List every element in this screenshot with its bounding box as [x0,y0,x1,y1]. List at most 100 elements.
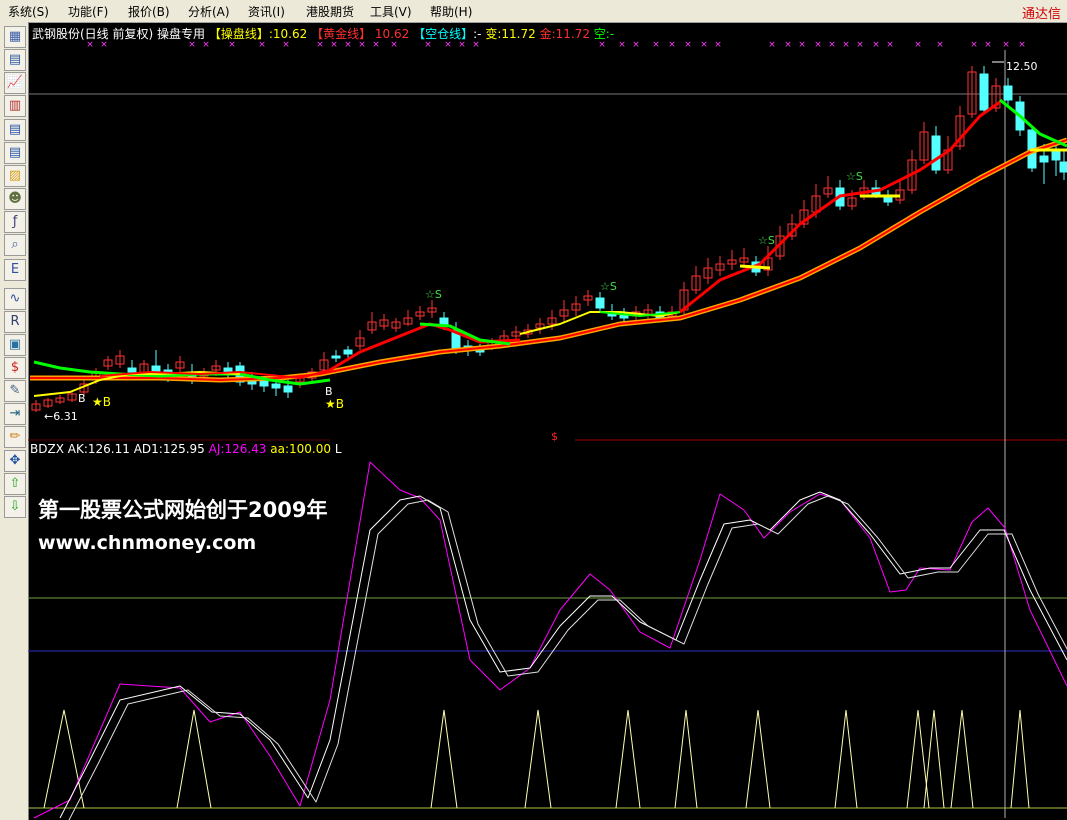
people-icon[interactable]: ☻ [4,188,26,210]
candle-body [979,73,989,111]
menu-hk-futures[interactable]: 港股期货 [306,3,354,20]
candle-body [343,349,353,355]
gold-line-value: 10.62 [374,27,410,41]
signal-mark: × [768,40,776,50]
signal-triangle [176,709,212,809]
menu-system[interactable]: 系统(S) [8,3,49,20]
buy-label-1: B [78,392,86,405]
stock-name: 武钢股份(日线 前复权) 操盘专用 [32,27,205,41]
candle-body [127,367,137,373]
signal-triangle [745,709,771,809]
main-chart-title: 武钢股份(日线 前复权) 操盘专用 【操盘线】:10.62 【黄金线】 10.6… [32,25,614,42]
candle-body [1003,85,1013,101]
signal-mark: × [784,40,792,50]
menu-tools[interactable]: 工具(V) [370,3,412,20]
signal-mark: × [700,40,708,50]
candle-body [283,385,293,393]
bar-chart-icon[interactable]: ▥ [4,95,26,117]
wave-icon[interactable]: ∿ [4,288,26,310]
sell-label-3: ☆S [758,234,775,247]
menu-function[interactable]: 功能(F) [68,3,108,20]
down-arrow-icon[interactable]: ⇩ [4,496,26,518]
signal-mark: × [872,40,880,50]
candle-body [931,135,941,171]
signal-mark: × [684,40,692,50]
signal-mark: × [828,40,836,50]
buy-label-4: ★B [325,397,344,411]
rsi-icon[interactable]: R [4,311,26,333]
signal-mark: × [842,40,850,50]
slow-ma-core-line [30,139,1067,381]
jin-value: 金:11.72 [539,27,590,41]
signal-mark: × [652,40,660,50]
sell-label-2: ☆S [600,280,617,293]
low-price-label: ←6.31 [44,410,78,423]
signal-mark: × [936,40,944,50]
signal-mark: × [1002,40,1010,50]
operate-line-tag: 【操盘线】 [208,27,269,41]
signal-mark: × [618,40,626,50]
signal-triangle [615,709,641,809]
signal-mark: × [886,40,894,50]
empty-line-tag: 【空仓线】 [413,27,474,41]
menu-bar: 系统(S) 功能(F) 报价(B) 分析(A) 资讯(I) 港股期货 工具(V)… [0,0,1067,23]
dollar-icon[interactable]: $ [4,357,26,379]
signal-triangle [430,709,458,809]
pencil-icon[interactable]: ✏ [4,426,26,448]
candle-body [271,383,281,389]
menu-analysis[interactable]: 分析(A) [188,3,230,20]
signal-mark: × [970,40,978,50]
export-icon[interactable]: ⇥ [4,403,26,425]
signal-mark: × [798,40,806,50]
dollar-marker: $ [551,430,558,443]
up-arrow-icon[interactable]: ⇧ [4,473,26,495]
signal-triangle [950,709,974,809]
menu-quote[interactable]: 报价(B) [128,3,170,20]
signal-triangle [834,709,858,809]
line-chart-icon[interactable]: ▤ [4,49,26,71]
signal-triangle [524,709,552,809]
aj-value: AJ:126.43 [208,442,267,456]
candle-body [331,355,341,359]
sell-label-1: ☆S [425,288,442,301]
bian-value: 变:11.72 [485,27,536,41]
signal-triangle [1010,709,1030,809]
empty-line-value: :- [473,27,482,41]
watermark-title: 第一股票公式网始创于2009年 [38,498,328,522]
menu-info[interactable]: 资讯(I) [248,3,285,20]
sell-label-4: ☆S [846,170,863,183]
ak-value: AK:126.11 [67,442,130,456]
signal-mark: × [632,40,640,50]
etf-icon[interactable]: E [4,259,26,281]
signal-mark: × [856,40,864,50]
ad1-value: AD1:125.95 [133,442,205,456]
gold-line-tag: 【黄金线】 [311,27,372,41]
aa-value: aa:100.00 [270,442,331,456]
fast-line-green-1 [419,322,511,346]
high-price-label: 12.50 [1006,60,1038,73]
signal-mark: × [984,40,992,50]
folder-icon[interactable]: ▨ [4,165,26,187]
signal-mark: × [914,40,922,50]
candle-icon[interactable]: 📈 [4,72,26,94]
brand-logo: 通达信 [1021,7,1061,22]
signal-mark: × [1018,40,1026,50]
grid-icon[interactable]: ▦ [4,26,26,48]
menu-help[interactable]: 帮助(H) [430,3,472,20]
fx-icon[interactable]: ƒ [4,211,26,233]
side-toolbar: ▦ ▤ 📈 ▥ ▤ ▤ ▨ ☻ ƒ ⌕ E ∿ R ▣ $ ✎ ⇥ ✏ ✥ ⇧ ⇩ [0,22,29,820]
candle-body [151,365,161,373]
signal-triangle [674,709,698,809]
monitor-icon[interactable]: ▣ [4,334,26,356]
indicator-name: BDZX [30,442,64,456]
list-icon[interactable]: ▤ [4,142,26,164]
kong-value: 空:- [593,27,615,41]
wrench-icon[interactable]: ✎ [4,380,26,402]
buy-label-2: ★B [92,395,111,409]
table-icon[interactable]: ▤ [4,119,26,141]
watermark-url: www.chnmoney.com [38,532,257,554]
search-icon[interactable]: ⌕ [4,234,26,256]
signal-mark: × [814,40,822,50]
move-icon[interactable]: ✥ [4,450,26,472]
chart-area: × × × × × × × × × × × × × × × × × × × × × × × × × × × × × × × × × × × × × × × ×… [28,40,1067,820]
